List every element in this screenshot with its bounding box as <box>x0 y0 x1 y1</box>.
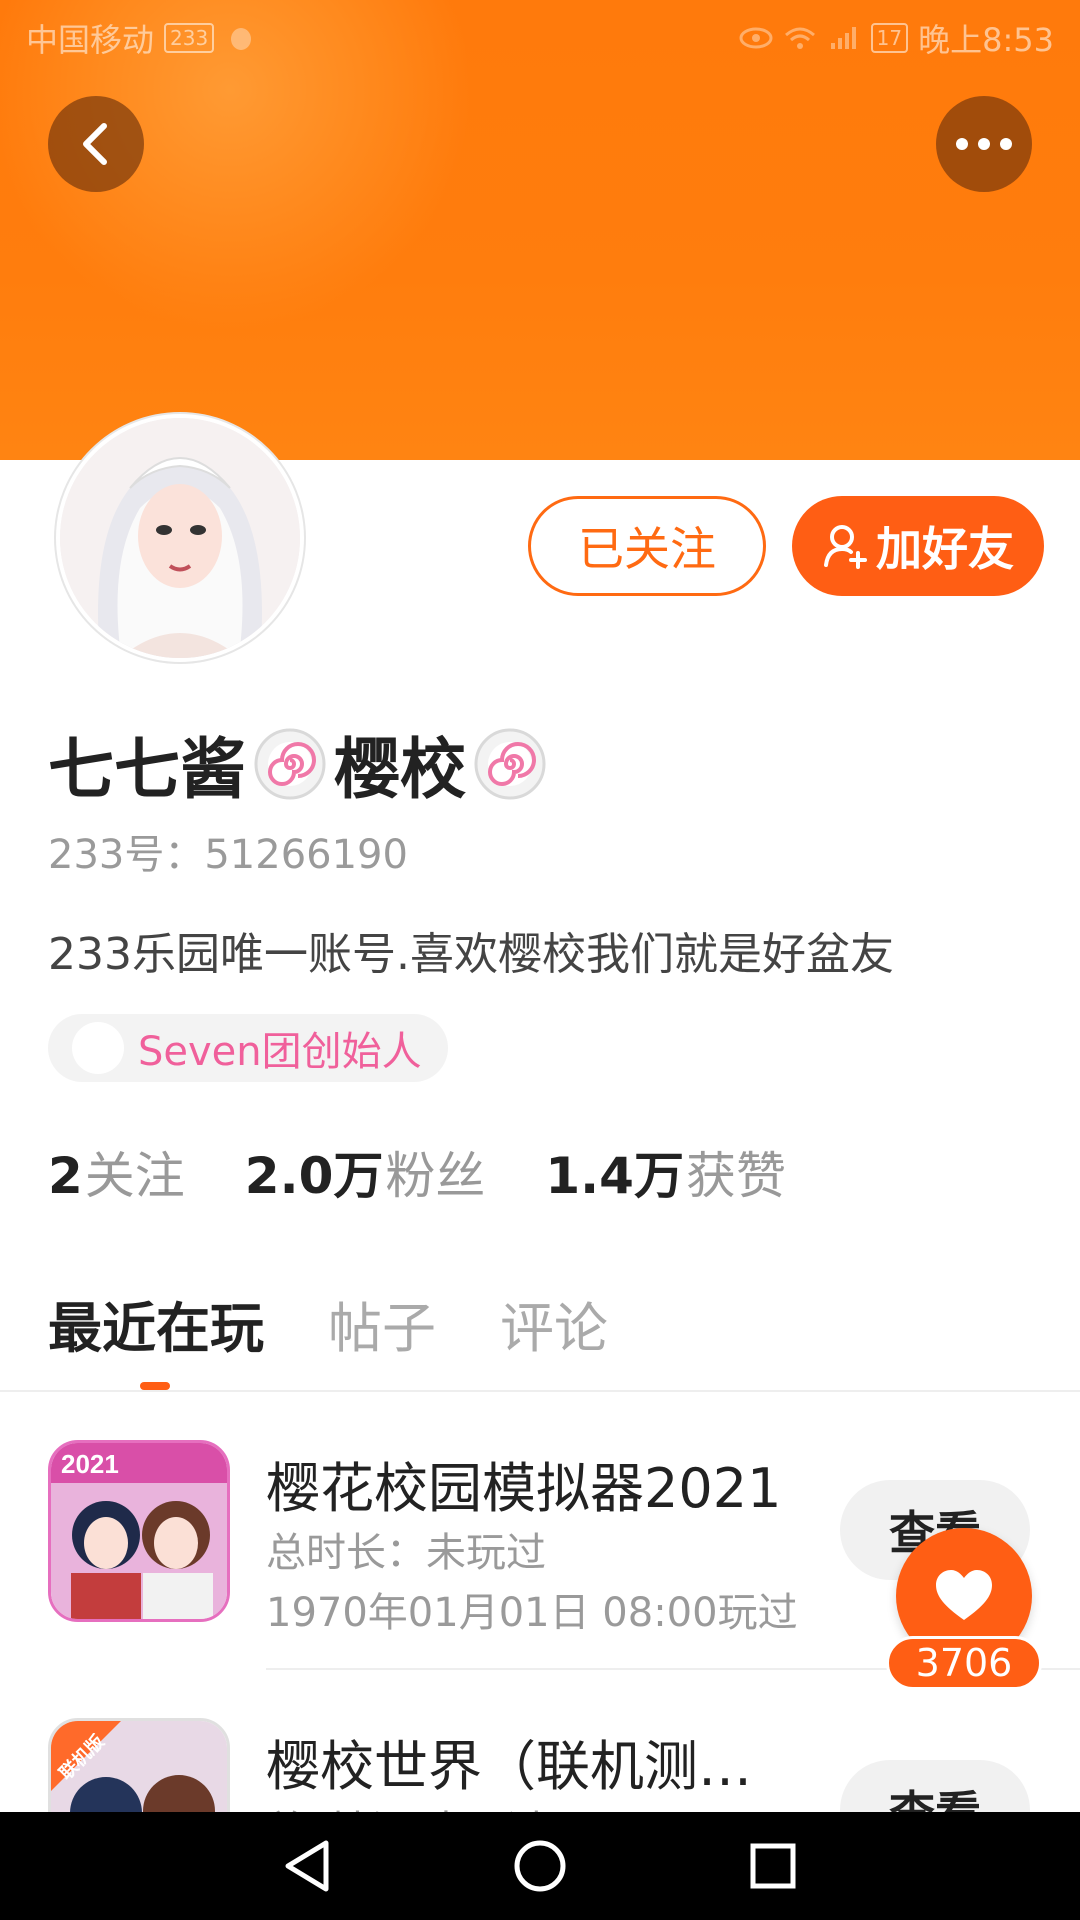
follow-button[interactable]: 已关注 <box>528 496 766 596</box>
game-list-item[interactable]: 联机版 樱校世界（联机测… 总时长：未玩过 查看 <box>48 1718 1080 1812</box>
game-duration: 总时长：未玩过 <box>266 1530 546 1576</box>
triangle-back-icon <box>285 1840 329 1892</box>
tag-dot-icon <box>72 1022 124 1074</box>
nav-home-button[interactable] <box>500 1826 580 1906</box>
circle-home-icon <box>514 1840 566 1892</box>
view-button[interactable]: 查看 <box>840 1760 1030 1812</box>
stat-following[interactable]: 2 关注 <box>48 1136 185 1208</box>
like-count-badge: 3706 <box>886 1636 1042 1690</box>
nickname: 七七酱 樱校 <box>48 716 548 812</box>
nav-back-button[interactable] <box>267 1826 347 1906</box>
game-last-played: 1970年01月01日 08:00玩过 <box>266 1590 798 1636</box>
stat-value: 1.4万 <box>545 1147 684 1205</box>
user-bio: 233乐园唯一账号.喜欢樱校我们就是好盆友 <box>48 929 894 980</box>
game-title: 樱校世界（联机测… <box>266 1735 752 1798</box>
tag-label: Seven团创始人 <box>138 1029 422 1075</box>
avatar[interactable] <box>56 414 304 662</box>
app-badge: 233 <box>164 23 215 53</box>
eye-icon <box>739 27 773 49</box>
nav-recents-button[interactable] <box>733 1826 813 1906</box>
stat-likes[interactable]: 1.4万 获赞 <box>545 1136 786 1208</box>
heart-icon <box>936 1570 992 1620</box>
more-button[interactable] <box>936 96 1032 192</box>
user-id: 233号：51266190 <box>48 832 408 878</box>
game-icon: 2021 <box>48 1440 230 1622</box>
more-dots-icon <box>956 138 1012 150</box>
avatar-illustration <box>60 418 300 658</box>
game-title: 樱花校园模拟器2021 <box>266 1457 782 1520</box>
follow-label: 已关注 <box>578 522 716 576</box>
wifi-icon <box>784 27 815 49</box>
square-recents-icon <box>750 1843 796 1889</box>
add-user-icon <box>824 525 867 569</box>
tab-posts[interactable]: 帖子 <box>328 1284 436 1363</box>
status-bar: 中国移动 233 17 晚上8:53 <box>0 0 1080 76</box>
system-nav-bar <box>0 1812 1080 1920</box>
tab-recent-played[interactable]: 最近在玩 <box>48 1284 264 1363</box>
nickname-part2: 樱校 <box>334 731 466 808</box>
stat-label: 粉丝 <box>385 1147 486 1205</box>
signal-icon <box>830 27 856 49</box>
stat-label: 关注 <box>84 1147 185 1205</box>
tabs-divider <box>0 1390 1080 1392</box>
tab-comments[interactable]: 评论 <box>500 1284 608 1363</box>
game-artwork: 联机版 <box>51 1721 227 1812</box>
chevron-left-icon <box>83 123 107 165</box>
back-button[interactable] <box>48 96 144 192</box>
game-artwork: 2021 <box>51 1443 227 1619</box>
tab-indicator <box>140 1382 170 1390</box>
profile-page: 中国移动 233 17 晚上8:53 已关注 加好友 七七酱 樱校 233号：5… <box>0 0 1080 1920</box>
profile-banner: 中国移动 233 17 晚上8:53 <box>0 0 1080 460</box>
user-tag[interactable]: Seven团创始人 <box>48 1014 448 1082</box>
battery-level: 17 <box>870 23 909 53</box>
stat-label: 获赞 <box>685 1147 786 1205</box>
carrier-label: 中国移动 <box>26 21 155 59</box>
profile-tabs: 最近在玩 帖子 评论 <box>48 1284 608 1363</box>
game-icon: 联机版 <box>48 1718 230 1812</box>
stat-value: 2.0万 <box>244 1147 384 1205</box>
notification-icon <box>231 28 252 50</box>
swirl-emoji-icon <box>474 728 546 800</box>
status-time: 晚上8:53 <box>918 21 1054 59</box>
add-friend-label: 加好友 <box>876 522 1014 576</box>
user-stats: 2 关注 2.0万 粉丝 1.4万 获赞 <box>48 1136 846 1208</box>
swirl-emoji-icon <box>254 728 326 800</box>
nickname-part1: 七七酱 <box>48 731 246 808</box>
add-friend-button[interactable]: 加好友 <box>792 496 1044 596</box>
stat-value: 2 <box>48 1147 83 1205</box>
stat-fans[interactable]: 2.0万 粉丝 <box>245 1136 486 1208</box>
game-duration: 总时长：未玩过 <box>266 1798 546 1812</box>
game-icon-badge: 2021 <box>61 1449 119 1479</box>
